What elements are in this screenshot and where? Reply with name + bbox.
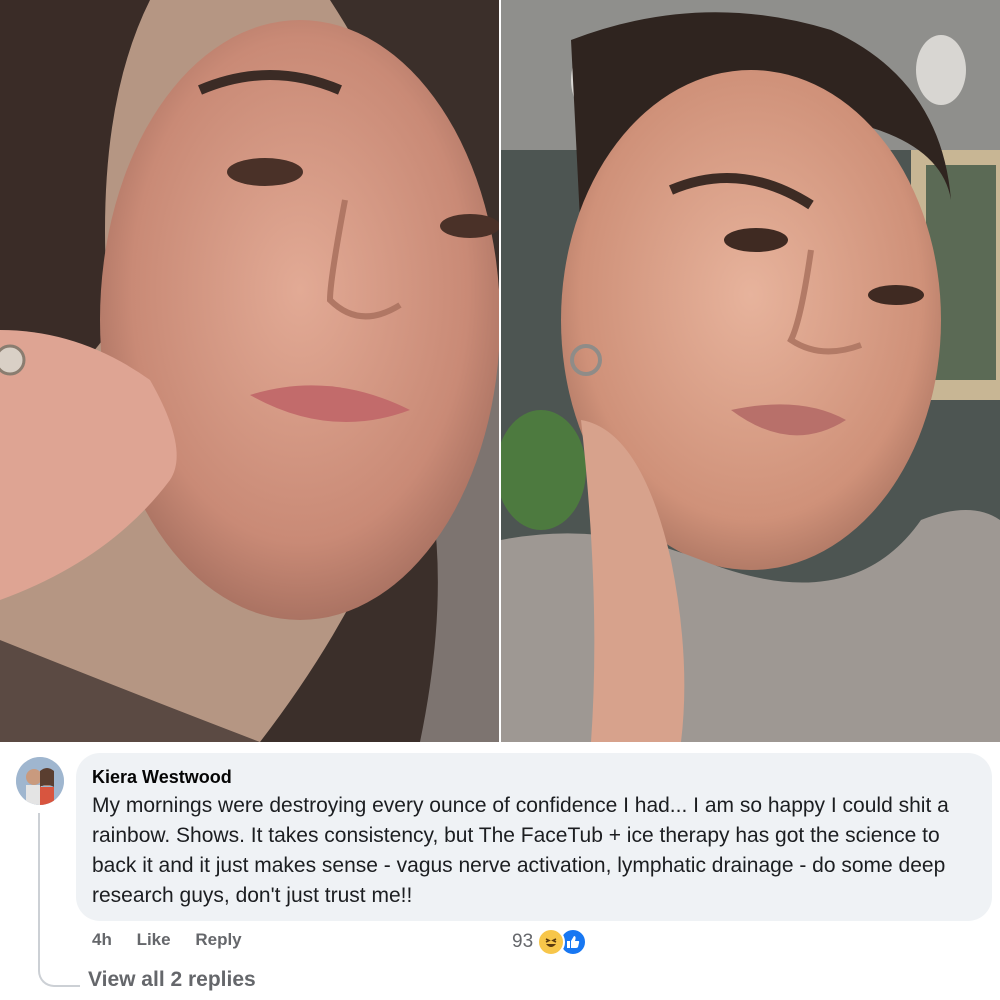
before-photo	[0, 0, 499, 742]
before-after-photos	[0, 0, 1000, 742]
reaction-count: 93	[512, 931, 534, 952]
comment-actions: 4h Like Reply	[92, 930, 262, 950]
reply-button[interactable]: Reply	[195, 930, 241, 949]
avatar[interactable]	[16, 757, 64, 805]
view-replies-link[interactable]: View all 2 replies	[88, 968, 256, 992]
comment-bubble: Kiera Westwood My mornings were destroyi…	[76, 753, 992, 921]
haha-icon	[537, 928, 566, 956]
like-button[interactable]: Like	[137, 930, 171, 949]
reply-thread-line	[38, 813, 80, 987]
after-photo	[501, 0, 1000, 742]
comment-text: My mornings were destroying every ounce …	[92, 794, 949, 907]
reaction-summary[interactable]: 93	[512, 928, 588, 956]
comment-time[interactable]: 4h	[92, 930, 112, 949]
comment-author[interactable]: Kiera Westwood	[92, 765, 976, 789]
